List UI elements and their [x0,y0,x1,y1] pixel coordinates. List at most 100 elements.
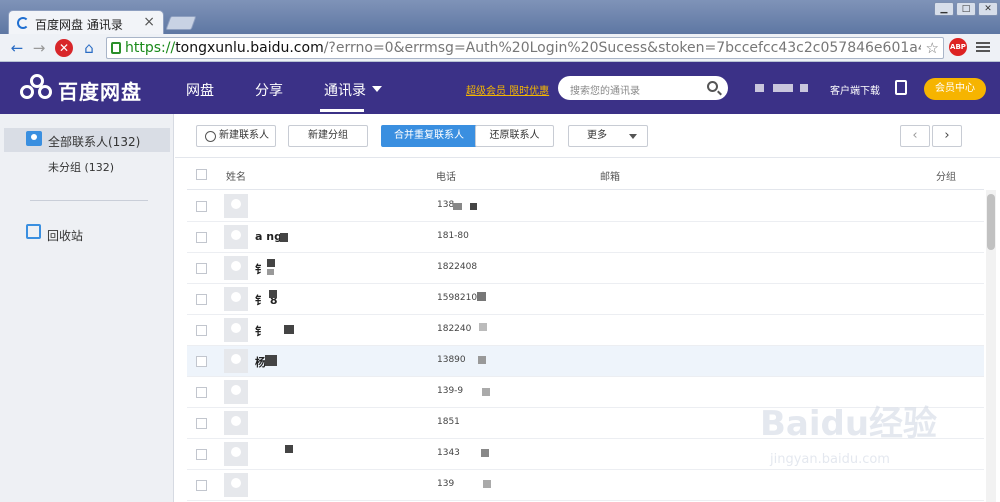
app-header: 百度网盘 网盘 分享 通讯录 超级会员 限时优惠 搜索您的通讯录 客户端下载 会… [0,62,1000,114]
redaction-mark [285,445,293,453]
row-checkbox[interactable] [196,201,207,212]
chevron-down-icon[interactable] [372,86,382,92]
home-icon[interactable]: ⌂ [80,39,98,57]
sidebar-item-ungrouped[interactable]: 未分组 (132) [48,159,114,175]
contacts-search[interactable]: 搜索您的通讯录 [558,76,728,100]
tab-title: 百度网盘 通讯录 [35,18,123,32]
button-label: 更多 [587,130,607,141]
merge-duplicates-button[interactable]: 合并重复联系人 [381,125,477,147]
sidebar: 全部联系人(132) 未分组 (132) 回收站 [0,114,174,502]
select-all-checkbox[interactable] [196,169,207,180]
header-email[interactable]: 邮箱 [600,168,620,183]
contact-phone: 1851 [437,417,460,427]
new-tab-button[interactable] [165,16,197,30]
row-checkbox[interactable] [196,294,207,305]
add-user-icon [205,131,216,142]
row-checkbox[interactable] [196,325,207,336]
nav-contacts[interactable]: 通讯录 [324,80,366,100]
row-checkbox[interactable] [196,232,207,243]
contact-phone: 182240 [437,324,472,334]
contact-phone: 1822408 [437,262,478,272]
vip-promo-link[interactable]: 超级会员 限时优惠 [466,82,549,97]
baidu-cloud-logo-icon[interactable] [20,74,54,102]
url-text: https://tongxunlu.baidu.com/?errno=0&err… [125,40,921,56]
row-checkbox[interactable] [196,387,207,398]
contact-phone: 1598210 [437,293,478,303]
redaction-mark [265,355,277,366]
new-group-button[interactable]: 新建分组 [288,125,368,147]
header-group[interactable]: 分组 [936,168,956,183]
avatar [224,225,248,249]
redaction-mark [284,325,294,334]
member-center-button[interactable]: 会员中心 [924,78,986,100]
avatar [224,194,248,218]
browser-menu-icon[interactable] [976,40,990,54]
tab-close-icon[interactable]: × [143,14,155,30]
contacts-icon [26,131,42,146]
prev-page-button[interactable]: ‹ [900,125,930,147]
minimize-button[interactable]: ▁ [934,2,954,16]
avatar [224,380,248,404]
header-name[interactable]: 姓名 [226,168,246,183]
table-row[interactable]: 138 [187,191,984,222]
restore-contacts-button[interactable]: 还原联系人 [475,125,554,147]
url-host: tongxunlu.baidu.com [175,40,324,56]
nav-share[interactable]: 分享 [255,80,283,100]
client-download-link[interactable]: 客户端下载 [830,82,880,97]
more-dropdown[interactable]: 更多 [568,125,648,147]
row-checkbox[interactable] [196,356,207,367]
redaction-mark [453,203,462,210]
row-checkbox[interactable] [196,449,207,460]
nav-active-indicator [320,109,364,112]
stop-icon[interactable]: ✕ [55,39,73,57]
close-window-button[interactable]: ✕ [978,2,998,16]
row-checkbox[interactable] [196,263,207,274]
action-bar: 新建联系人 新建分组 合并重复联系人 还原联系人 更多 ‹ › [175,114,1000,158]
sidebar-item-all-contacts[interactable]: 全部联系人(132) [4,128,170,152]
next-page-button[interactable]: › [932,125,962,147]
row-checkbox[interactable] [196,480,207,491]
redaction-mark [477,292,486,301]
contact-phone: 181-80 [437,231,469,241]
table-row[interactable]: 钅 8 1598210 [187,284,984,315]
redaction-mark [482,388,490,396]
address-bar[interactable]: https://tongxunlu.baidu.com/?errno=0&err… [106,37,944,59]
contact-phone: 139 [437,479,455,489]
bookmark-star-icon[interactable]: ☆ [926,39,939,57]
page-favicon-icon [17,17,29,29]
new-contact-button[interactable]: 新建联系人 [196,125,276,147]
recycle-bin-icon [26,224,41,239]
nav-netdisk[interactable]: 网盘 [186,80,214,100]
forward-arrow-icon[interactable]: → [30,39,48,57]
brand-name[interactable]: 百度网盘 [58,76,142,105]
lock-icon [111,42,121,54]
search-icon[interactable] [707,81,718,92]
adblock-icon[interactable]: ABP [949,38,967,56]
clipboard-icon[interactable] [895,80,907,95]
avatar [224,256,248,280]
table-row[interactable]: 钅 1822408 [187,253,984,284]
contact-phone: 1343 [437,448,460,458]
scrollbar-thumb[interactable] [987,194,995,250]
table-row[interactable]: 杨 13890 [187,346,984,377]
header-phone[interactable]: 电话 [436,168,456,183]
search-input[interactable]: 搜索您的通讯录 [570,82,640,97]
maximize-button[interactable]: □ [956,2,976,16]
avatar [224,411,248,435]
redaction-mark [267,269,274,275]
browser-tab[interactable]: 百度网盘 通讯录 × [8,10,164,34]
avatar [224,473,248,497]
row-checkbox[interactable] [196,418,207,429]
user-name-redacted [800,84,808,92]
avatar [224,287,248,311]
table-row[interactable]: a ng 181-80 [187,222,984,253]
sidebar-item-label: 回收站 [47,229,84,243]
table-row[interactable]: 钅 182240 [187,315,984,346]
watermark-brand: Baidu经验 [760,404,938,444]
avatar [224,349,248,373]
redaction-mark [267,259,275,267]
url-path: /?errno=0&errmsg=Auth%20Login%20Sucess&s… [323,40,921,56]
back-arrow-icon[interactable]: ← [8,39,26,57]
user-name-redacted [773,84,793,92]
url-scheme: https:// [125,40,176,56]
